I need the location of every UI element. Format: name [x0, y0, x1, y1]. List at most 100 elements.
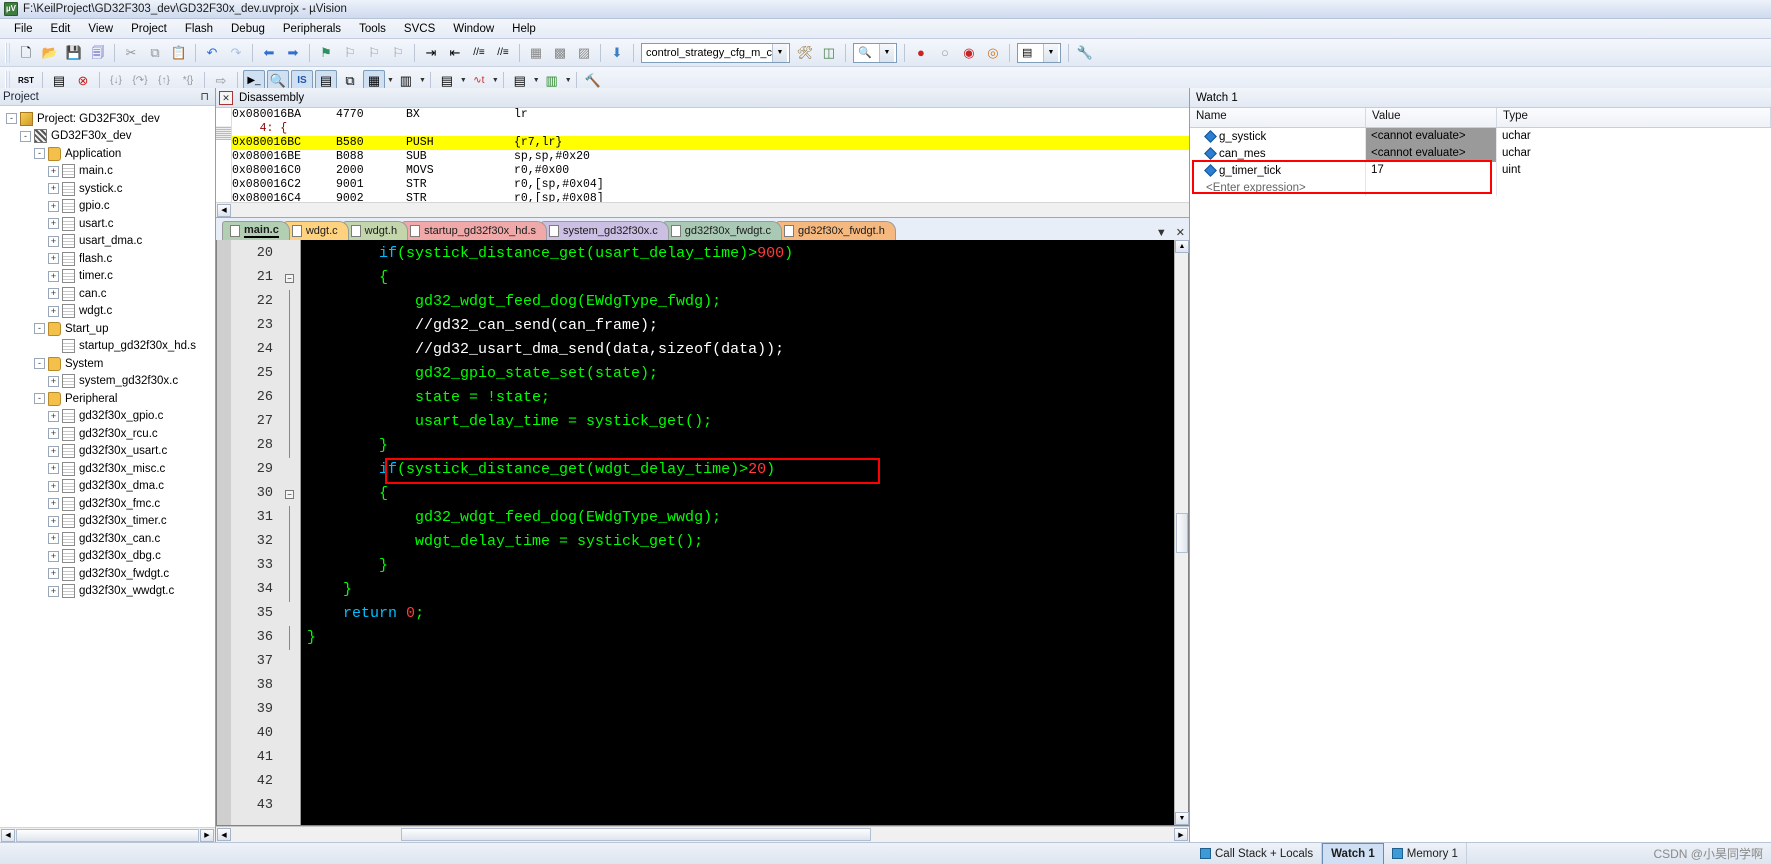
code-line[interactable]: } [301, 554, 1174, 578]
code-line[interactable]: { [301, 482, 1174, 506]
expand-icon[interactable]: + [48, 550, 59, 562]
tree-item[interactable]: startup_gd32f30x_hd.s [6, 338, 215, 356]
watch-variable-value[interactable] [1366, 179, 1497, 196]
tree-item[interactable]: + main.c [6, 163, 215, 181]
bookmark-clear-icon[interactable]: ⚐ [387, 42, 409, 64]
chevron-down-icon[interactable]: ▼ [1156, 227, 1167, 239]
watch-row[interactable]: can_mes <cannot evaluate> uchar [1190, 145, 1771, 162]
comment-icon[interactable]: //≡ [468, 42, 490, 64]
collapse-icon[interactable]: - [34, 393, 45, 405]
tree-item[interactable]: + can.c [6, 285, 215, 303]
chevron-down-icon[interactable]: ▼ [460, 77, 467, 84]
tree-item[interactable]: + gd32f30x_misc.c [6, 460, 215, 478]
tree-item[interactable]: - GD32F30x_dev [6, 128, 215, 146]
watch-row[interactable]: g_systick <cannot evaluate> uchar [1190, 128, 1771, 145]
tree-item[interactable]: + gd32f30x_fmc.c [6, 495, 215, 513]
editor-tab-system-gd32f30x-c[interactable]: system_gd32f30x.c [541, 221, 669, 240]
bookmark-toggle-icon[interactable]: ⚑ [315, 42, 337, 64]
expand-icon[interactable]: + [48, 445, 59, 457]
expand-icon[interactable]: + [48, 288, 59, 300]
chevron-down-icon[interactable]: ▼ [1042, 43, 1058, 62]
disassembly-gutter[interactable] [216, 108, 232, 202]
column-header-name[interactable]: Name [1190, 108, 1366, 127]
rebuild-icon[interactable]: ▩ [549, 42, 571, 64]
code-line[interactable]: return 0; [301, 602, 1174, 626]
tree-item[interactable]: + gd32f30x_rcu.c [6, 425, 215, 443]
bottom-tab-call-stack[interactable]: Call Stack + Locals [1192, 843, 1323, 864]
code-line[interactable]: //gd32_can_send(can_frame); [301, 314, 1174, 338]
collapse-icon[interactable]: - [34, 148, 45, 160]
watch-row[interactable]: <Enter expression> [1190, 179, 1771, 196]
expand-icon[interactable]: + [48, 463, 59, 475]
bookmark-next-icon[interactable]: ⚐ [363, 42, 385, 64]
breakpoint-disable-all-icon[interactable]: ◎ [982, 42, 1004, 64]
menu-svcs[interactable]: SVCS [395, 21, 444, 37]
breakpoint-kill-all-icon[interactable]: ◉ [958, 42, 980, 64]
scroll-thumb[interactable] [1176, 512, 1188, 553]
disassembly-row[interactable]: 0x080016C0 2000 MOVS r0,#0x00 [232, 164, 1189, 178]
project-hscrollbar[interactable]: ◀ ▶ [0, 827, 215, 842]
disassembly-row[interactable]: 0x080016BA 4770 BX lr [232, 108, 1189, 122]
editor-tab-wdgt-c[interactable]: wdgt.c [283, 221, 349, 240]
chevron-down-icon[interactable]: ▼ [565, 77, 572, 84]
expand-icon[interactable]: + [48, 375, 59, 387]
bottom-tab-watch1[interactable]: Watch 1 [1322, 843, 1384, 864]
menu-peripherals[interactable]: Peripherals [274, 21, 350, 37]
column-header-type[interactable]: Type [1497, 108, 1771, 127]
menu-help[interactable]: Help [503, 21, 545, 37]
fold-collapse-icon[interactable]: − [285, 273, 294, 283]
tree-item[interactable]: + system_gd32f30x.c [6, 373, 215, 391]
fold-collapse-icon[interactable]: − [285, 489, 294, 499]
navigate-forward-icon[interactable]: ➡ [282, 42, 304, 64]
disassembly-row[interactable]: 0x080016BE B088 SUB sp,sp,#0x20 [232, 150, 1189, 164]
expand-icon[interactable]: + [48, 165, 59, 177]
editor-tab-gd32f30x-fwdgt-h[interactable]: gd32f30x_fwdgt.h [776, 221, 896, 240]
code-line[interactable]: if(systick_distance_get(usart_delay_time… [301, 242, 1174, 266]
target-options-icon[interactable]: 🛠 [794, 42, 816, 64]
download-icon[interactable]: ⬇ [606, 42, 628, 64]
menu-file[interactable]: File [5, 21, 42, 37]
expand-icon[interactable]: + [48, 498, 59, 510]
menu-tools[interactable]: Tools [350, 21, 395, 37]
expand-icon[interactable]: + [48, 480, 59, 492]
watch-row-name-cell[interactable]: can_mes [1190, 145, 1366, 162]
manage-runtime-icon[interactable]: ◫ [818, 42, 840, 64]
watch-row[interactable]: g_timer_tick 17 uint [1190, 162, 1771, 179]
tree-item[interactable]: + wdgt.c [6, 303, 215, 321]
watch-rows[interactable]: g_systick <cannot evaluate> uchar can_mes <c… [1190, 128, 1771, 842]
uncomment-icon[interactable]: //≡ [492, 42, 514, 64]
code-line[interactable] [301, 650, 1174, 674]
outdent-icon[interactable]: ⇤ [444, 42, 466, 64]
collapse-icon[interactable]: - [20, 130, 31, 142]
code-line[interactable]: wdgt_delay_time = systick_get(); [301, 530, 1174, 554]
expand-icon[interactable]: + [48, 218, 59, 230]
chevron-down-icon[interactable]: ▼ [419, 77, 426, 84]
code-line[interactable]: state = !state; [301, 386, 1174, 410]
scroll-right-icon[interactable]: ▶ [200, 828, 214, 842]
toolbar-grip[interactable] [5, 42, 11, 63]
batch-build-icon[interactable]: ▨ [573, 42, 595, 64]
bookmark-prev-icon[interactable]: ⚐ [339, 42, 361, 64]
collapse-icon[interactable]: - [6, 113, 17, 125]
paste-icon[interactable]: 📋 [168, 42, 190, 64]
code-line[interactable] [301, 698, 1174, 722]
scroll-thumb[interactable] [16, 828, 199, 842]
breakpoint-column[interactable] [217, 240, 231, 825]
editor-tab-main-c[interactable]: main.c [222, 221, 290, 240]
tree-item[interactable]: + usart.c [6, 215, 215, 233]
code-line[interactable]: usart_delay_time = systick_get(); [301, 410, 1174, 434]
tree-item[interactable]: + gd32f30x_can.c [6, 530, 215, 548]
menu-view[interactable]: View [79, 21, 122, 37]
chevron-down-icon[interactable]: ▼ [533, 77, 540, 84]
target-select[interactable]: control_strategy_cfg_m_c ▼ [641, 42, 790, 63]
editor-tab-wdgt-h[interactable]: wdgt.h [342, 221, 409, 240]
code-line[interactable]: { [301, 266, 1174, 290]
tree-item[interactable]: - Application [6, 145, 215, 163]
disassembly-row[interactable]: 0x080016C2 9001 STR r0,[sp,#0x04] [232, 178, 1189, 192]
watch-variable-value[interactable]: 17 [1366, 162, 1497, 179]
code-line[interactable]: gd32_wdgt_feed_dog(EWdgType_fwdg); [301, 290, 1174, 314]
expand-icon[interactable]: + [48, 305, 59, 317]
editor-vscrollbar[interactable]: ▲ ▼ [1174, 240, 1189, 825]
tree-item[interactable]: + gpio.c [6, 198, 215, 216]
code-line[interactable] [301, 722, 1174, 746]
